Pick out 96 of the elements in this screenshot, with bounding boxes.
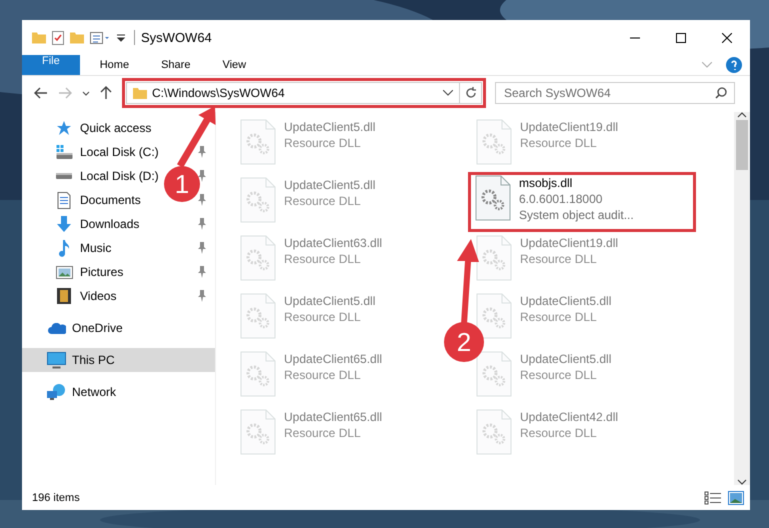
file-detail: Resource DLL xyxy=(520,310,598,324)
file-gear-icon xyxy=(476,351,512,397)
ribbon-tab[interactable]: View xyxy=(206,55,262,75)
file-gear-icon xyxy=(240,235,276,281)
file-gear-icon xyxy=(240,351,276,397)
scrollbar[interactable] xyxy=(734,112,750,485)
file-name[interactable]: UpdateClient19.dll xyxy=(520,120,618,134)
picture-icon xyxy=(56,266,72,278)
file-detail: Resource DLL xyxy=(520,252,598,266)
file-gear-icon xyxy=(240,177,276,223)
download-icon xyxy=(56,216,72,232)
folder-icon xyxy=(133,88,147,98)
sidebar-item[interactable]: Local Disk (C:) xyxy=(54,140,163,164)
maximize-icon[interactable] xyxy=(676,32,686,42)
file-detail: 6.0.6001.18000 xyxy=(519,192,604,206)
monitor-icon xyxy=(46,352,66,368)
help-icon[interactable] xyxy=(726,57,742,73)
sidebar-item[interactable]: Quick access xyxy=(54,116,156,140)
details-view-icon[interactable] xyxy=(704,490,722,504)
file-detail: Resource DLL xyxy=(520,136,598,150)
pin-icon[interactable] xyxy=(197,290,207,302)
sidebar-item[interactable]: Music xyxy=(54,236,116,260)
file-gear-icon xyxy=(476,409,512,455)
file-gear-icon xyxy=(475,175,511,221)
file-name[interactable]: UpdateClient19.dll xyxy=(520,236,618,250)
scrollbar-thumb[interactable] xyxy=(736,120,748,170)
music-note-icon xyxy=(59,240,69,256)
file-detail: System object audit... xyxy=(519,208,634,222)
file-detail: Resource DLL xyxy=(284,252,362,266)
file-name[interactable]: UpdateClient63.dll xyxy=(284,236,382,250)
document-icon xyxy=(57,192,71,208)
file-name[interactable]: UpdateClient5.dll xyxy=(520,352,612,366)
large-icons-view-icon[interactable] xyxy=(728,490,744,504)
pin-icon[interactable] xyxy=(197,170,207,182)
ribbon-tab[interactable]: Home xyxy=(84,55,146,75)
file-name[interactable]: msobjs.dll xyxy=(519,176,634,190)
sidebar-item[interactable]: OneDrive xyxy=(46,316,127,340)
close-icon[interactable] xyxy=(722,32,732,42)
step-badge: 1 xyxy=(164,166,200,202)
chevron-down-icon[interactable] xyxy=(82,90,90,96)
file-detail: Resource DLL xyxy=(284,426,362,440)
drive-icon xyxy=(56,173,72,179)
sidebar-item[interactable]: Documents xyxy=(54,188,145,212)
file-gear-icon xyxy=(476,119,512,165)
sidebar-item[interactable]: This PC xyxy=(22,348,215,372)
file-name[interactable]: UpdateClient5.dll xyxy=(284,120,376,134)
item-count: 196 items xyxy=(32,492,80,504)
back-arrow-icon[interactable] xyxy=(34,87,48,99)
network-icon xyxy=(47,384,65,400)
sidebar-item[interactable]: Downloads xyxy=(54,212,144,236)
file-gear-icon xyxy=(240,409,276,455)
file-detail: Resource DLL xyxy=(520,368,598,382)
up-arrow-icon[interactable] xyxy=(100,86,112,100)
chevron-up-icon[interactable] xyxy=(737,112,747,118)
file-name[interactable]: UpdateClient5.dll xyxy=(520,294,612,308)
checklist-icon[interactable] xyxy=(52,30,64,44)
file-gear-icon xyxy=(240,119,276,165)
address-bar[interactable]: C:\Windows\SysWOW64 xyxy=(126,82,460,104)
minimize-icon[interactable] xyxy=(630,36,640,38)
file-gear-icon xyxy=(240,293,276,339)
sidebar-item[interactable]: Local Disk (D:) xyxy=(54,164,163,188)
star-icon xyxy=(56,120,72,136)
file-detail: Resource DLL xyxy=(520,426,598,440)
pin-icon[interactable] xyxy=(197,146,207,158)
search-icon[interactable] xyxy=(715,87,727,99)
file-detail: Resource DLL xyxy=(284,368,362,382)
file-name[interactable]: UpdateClient42.dll xyxy=(520,410,618,424)
file-name[interactable]: UpdateClient5.dll xyxy=(284,294,376,308)
file-detail: Resource DLL xyxy=(284,194,362,208)
refresh-icon[interactable] xyxy=(464,87,476,99)
file-gear-icon xyxy=(476,235,512,281)
chevron-down-icon[interactable] xyxy=(737,479,747,485)
sidebar-item[interactable]: Network xyxy=(46,380,120,404)
step-badge: 2 xyxy=(444,322,484,362)
chevron-down-icon[interactable] xyxy=(443,90,453,96)
file-name[interactable]: UpdateClient5.dll xyxy=(284,178,376,192)
dropdown-icon[interactable] xyxy=(116,34,126,42)
pin-icon[interactable] xyxy=(197,242,207,254)
file-name[interactable]: UpdateClient65.dll xyxy=(284,352,382,366)
film-icon xyxy=(57,288,71,304)
file-detail: Resource DLL xyxy=(284,310,362,324)
sidebar-item[interactable]: Videos xyxy=(54,284,120,308)
pin-icon[interactable] xyxy=(197,194,207,206)
refresh-button[interactable] xyxy=(460,82,482,104)
file-name[interactable]: UpdateClient65.dll xyxy=(284,410,382,424)
ribbon-tab[interactable]: Share xyxy=(145,55,206,75)
drive-icon xyxy=(56,145,72,159)
pin-icon[interactable] xyxy=(197,218,207,230)
cloud-icon xyxy=(46,322,66,334)
file-gear-icon xyxy=(476,293,512,339)
sidebar-item[interactable]: Pictures xyxy=(54,260,128,284)
window-title: SysWOW64 xyxy=(134,30,212,45)
search-field[interactable]: Search SysWOW64 xyxy=(495,82,735,104)
properties-icon[interactable] xyxy=(90,32,110,44)
file-detail: Resource DLL xyxy=(284,136,362,150)
pin-icon[interactable] xyxy=(197,266,207,278)
